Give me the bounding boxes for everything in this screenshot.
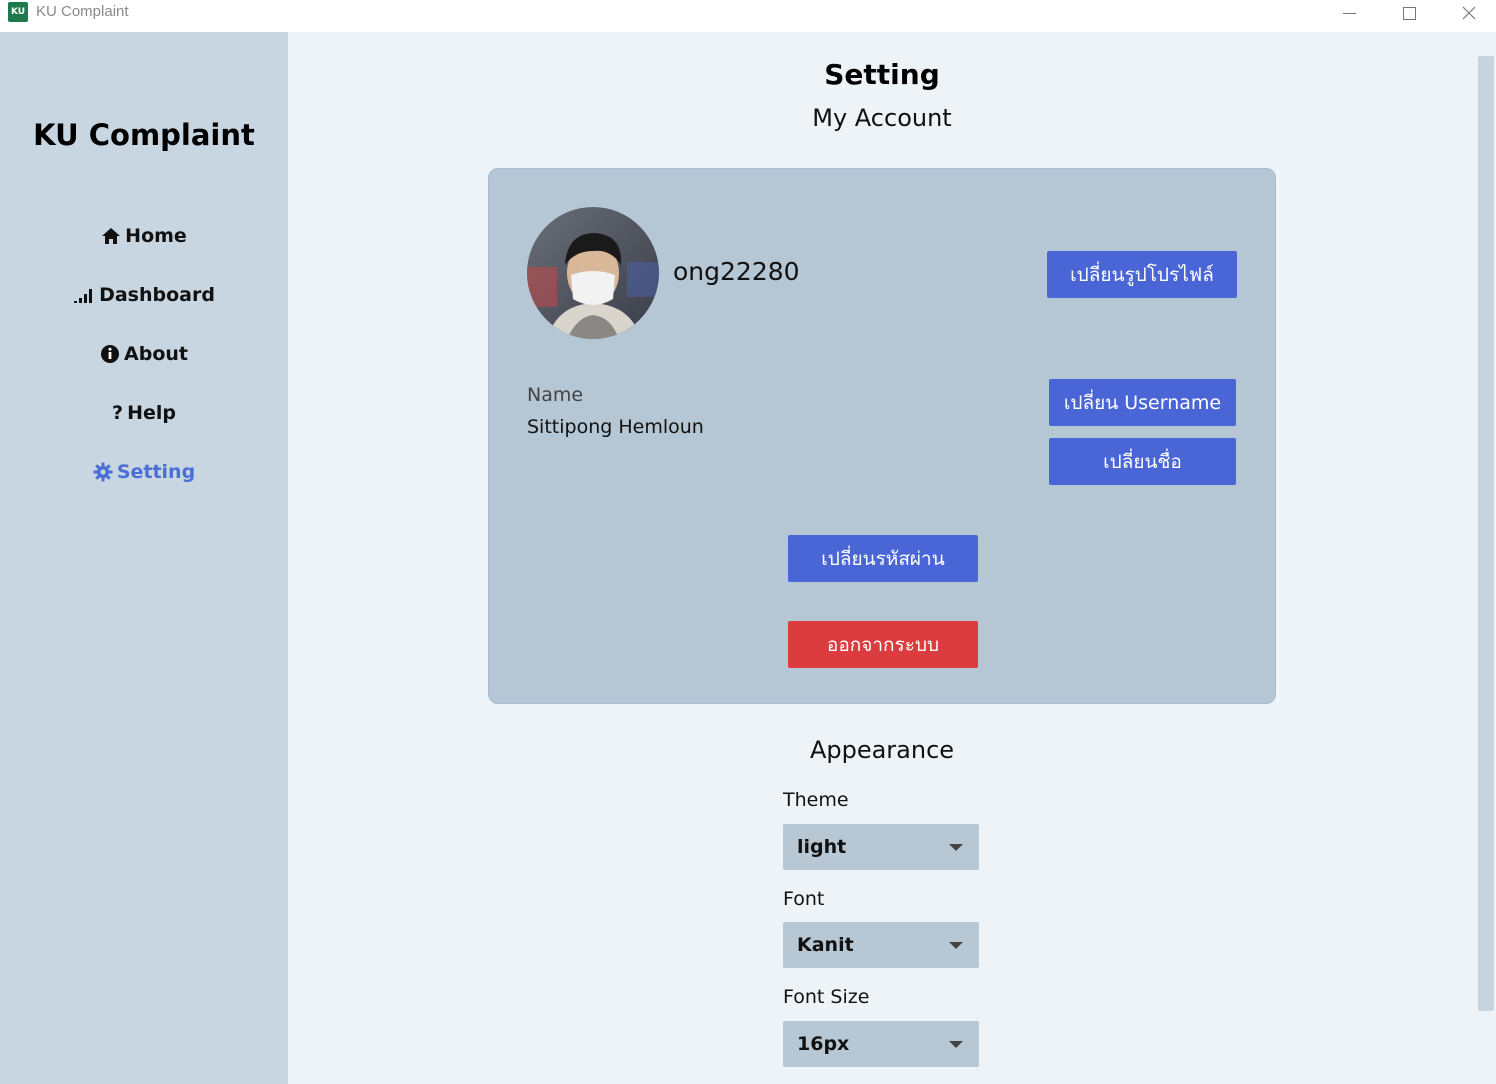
question-icon: ?: [112, 402, 124, 424]
scrollbar-thumb[interactable]: [1478, 56, 1494, 1011]
info-icon: [101, 345, 120, 363]
account-card: ong22280 เปลี่ยนรูปโปรไฟล์ Name Sittipon…: [488, 168, 1276, 704]
main-content: Setting My Account ong22280 เปลี่ยนรูปโป…: [288, 32, 1476, 1084]
username-text: ong22280: [673, 257, 800, 286]
sidebar-item-label: Setting: [116, 461, 196, 483]
font-select-value: Kanit: [797, 934, 854, 956]
window-title: KU Complaint: [36, 3, 129, 20]
font-size-select-value: 16px: [797, 1033, 850, 1055]
sidebar-item-help[interactable]: ? Help: [0, 402, 288, 424]
window-titlebar: KU KU Complaint: [0, 0, 1496, 32]
app-logo-icon: KU: [8, 2, 28, 22]
chevron-down-icon: [949, 843, 963, 851]
signal-bars-icon: [74, 289, 93, 303]
sidebar-item-label: Dashboard: [99, 284, 215, 306]
sidebar-item-label: Help: [127, 402, 176, 424]
theme-label: Theme: [783, 789, 849, 811]
name-value: Sittipong Hemloun: [527, 416, 704, 438]
home-icon: [102, 228, 121, 244]
sidebar-item-about[interactable]: About: [0, 343, 288, 365]
profile-photo: [527, 207, 659, 339]
sidebar-item-label: About: [124, 343, 188, 365]
font-select[interactable]: Kanit: [783, 922, 979, 968]
chevron-down-icon: [949, 941, 963, 949]
maximize-button[interactable]: [1386, 0, 1432, 26]
logout-button[interactable]: ออกจากระบบ: [788, 621, 978, 668]
sidebar-brand: KU Complaint: [33, 118, 255, 152]
close-icon: [1462, 6, 1476, 20]
chevron-down-icon: [949, 1040, 963, 1048]
sidebar-item-setting[interactable]: Setting: [0, 461, 288, 483]
minimize-icon: [1342, 12, 1356, 14]
sidebar-item-label: Home: [125, 225, 187, 247]
font-size-select[interactable]: 16px: [783, 1021, 979, 1067]
page-title: Setting: [824, 58, 940, 91]
my-account-heading: My Account: [812, 104, 952, 132]
font-label: Font: [783, 888, 825, 910]
sidebar-item-dashboard[interactable]: Dashboard: [0, 284, 288, 306]
appearance-heading: Appearance: [809, 736, 955, 764]
minimize-button[interactable]: [1326, 0, 1372, 26]
change-name-button[interactable]: เปลี่ยนชื่อ: [1049, 438, 1236, 485]
change-password-button[interactable]: เปลี่ยนรหัสผ่าน: [788, 535, 978, 582]
name-label: Name: [527, 384, 584, 406]
theme-select-value: light: [797, 836, 847, 858]
sidebar-item-home[interactable]: Home: [0, 225, 288, 247]
sidebar: KU Complaint Home Dashboard About ? Help: [0, 32, 288, 1084]
close-button[interactable]: [1446, 0, 1492, 26]
theme-select[interactable]: light: [783, 824, 979, 870]
change-profile-picture-button[interactable]: เปลี่ยนรูปโปรไฟล์: [1047, 251, 1237, 298]
change-username-button[interactable]: เปลี่ยน Username: [1049, 379, 1236, 426]
gear-icon: [93, 462, 113, 482]
maximize-icon: [1402, 6, 1416, 20]
avatar: [527, 207, 659, 339]
font-size-label: Font Size: [783, 986, 870, 1008]
